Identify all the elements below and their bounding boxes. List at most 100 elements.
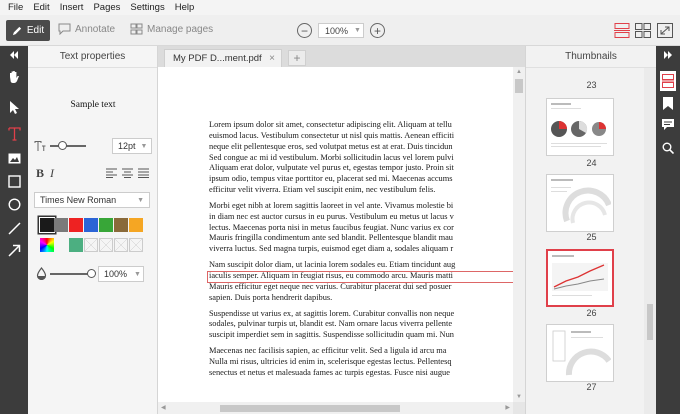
ellipse-tool-icon[interactable] (7, 197, 21, 211)
color-swatch-orange[interactable] (129, 218, 143, 232)
document-horizontal-scrollbar[interactable]: ◀ ▶ (158, 402, 513, 414)
text-properties-panel: Text properties Sample text 12pt ▼ B I T… (28, 46, 158, 414)
menu-insert[interactable]: Insert (60, 2, 84, 13)
left-tool-bar (0, 46, 28, 414)
close-icon[interactable]: × (269, 53, 275, 64)
opacity-slider[interactable] (50, 269, 96, 278)
document-text-line: Sed congue ac mi id vestibulum. Morbi so… (209, 152, 454, 162)
arrow-tool-icon[interactable] (7, 243, 21, 257)
thumbnails-scroll-thumb[interactable] (647, 304, 653, 340)
hand-tool-icon[interactable] (7, 70, 21, 84)
color-swatch-red[interactable] (69, 218, 83, 232)
horizontal-scroll-thumb[interactable] (220, 405, 400, 412)
document-text-line: suscipit imperdiet sem in sagittis. Susp… (209, 330, 454, 340)
image-tool-icon[interactable] (7, 151, 21, 165)
thumbnail-page-selected[interactable] (546, 249, 614, 307)
thumbnail-page[interactable] (546, 98, 614, 156)
color-swatch-custom-green[interactable] (69, 238, 83, 252)
manage-pages-button[interactable]: Manage pages (130, 23, 213, 35)
search-icon[interactable] (661, 141, 675, 155)
color-swatch-blue[interactable] (84, 218, 98, 232)
color-swatch-gray[interactable] (54, 218, 68, 232)
rectangle-tool-icon[interactable] (7, 174, 21, 188)
menu-file[interactable]: File (8, 2, 23, 13)
empty-color-slot[interactable] (99, 238, 113, 252)
document-text-line: Mauris efficitur eget neque nec varius. … (209, 281, 452, 291)
collapse-right-icon[interactable] (661, 50, 675, 60)
empty-color-slot[interactable] (129, 238, 143, 252)
empty-color-slot[interactable] (114, 238, 128, 252)
chevron-down-icon: ▼ (134, 270, 141, 278)
opacity-select[interactable]: 100% ▼ (98, 266, 144, 282)
thumbnail-content (551, 103, 607, 147)
thumbnail-page-number: 24 (586, 158, 597, 168)
menu-edit[interactable]: Edit (33, 2, 49, 13)
single-page-view-icon[interactable] (614, 23, 630, 38)
menu-bar: File Edit Insert Pages Settings Help (0, 0, 680, 15)
text-tool-icon[interactable] (7, 127, 21, 141)
color-swatch-green[interactable] (99, 218, 113, 232)
document-text-line: Aliquam erat dolor, vulputate vel purus … (209, 163, 454, 173)
plus-icon: + (373, 23, 381, 38)
opacity-slider-handle[interactable] (87, 269, 96, 278)
align-justify-icon[interactable] (138, 168, 149, 178)
align-center-icon[interactable] (122, 168, 133, 178)
thumbnail-page-number: 25 (586, 232, 597, 242)
font-size-slider-handle[interactable] (58, 141, 67, 150)
scroll-up-icon[interactable]: ▲ (516, 69, 522, 75)
document-text-line: viverra luctus. Sed magna turpis, euismo… (209, 244, 454, 254)
line-tool-icon[interactable] (7, 221, 21, 235)
scroll-left-icon[interactable]: ◀ (161, 404, 166, 411)
thumbnail-page[interactable] (546, 324, 614, 382)
document-tab[interactable]: My PDF D...ment.pdf × (164, 49, 282, 67)
menu-settings[interactable]: Settings (130, 2, 164, 13)
scroll-down-icon[interactable]: ▼ (516, 394, 522, 400)
scroll-right-icon[interactable]: ▶ (505, 404, 510, 411)
italic-button[interactable]: I (50, 166, 54, 181)
font-size-icon (34, 141, 46, 151)
chevron-down-icon: ▼ (140, 142, 148, 150)
collapse-left-icon[interactable] (7, 50, 21, 60)
empty-color-slot[interactable] (84, 238, 98, 252)
menu-pages[interactable]: Pages (93, 2, 120, 13)
document-paragraph: Lorem ipsum dolor sit amet, consectetur … (209, 120, 513, 196)
thumbnail-page[interactable] (546, 174, 614, 232)
menu-help[interactable]: Help (175, 2, 195, 13)
fullscreen-icon[interactable] (657, 23, 673, 38)
bookmark-icon[interactable] (661, 96, 675, 110)
thumbnail-content (551, 179, 612, 224)
annotate-mode-button[interactable]: Annotate (58, 23, 115, 35)
font-family-select[interactable]: Times New Roman ▼ (34, 192, 150, 208)
thumbnails-title: Thumbnails (526, 46, 656, 68)
font-size-row: 12pt ▼ (34, 138, 152, 154)
edit-mode-button[interactable]: Edit (6, 20, 50, 41)
zoom-in-button[interactable]: + (370, 23, 385, 38)
comment-icon (58, 23, 71, 35)
thumbnails-view-icon[interactable] (660, 71, 676, 91)
pages-grid-icon (130, 23, 143, 35)
document-text-line: efficitur velit viverra. Etiam vel susci… (209, 185, 436, 195)
document-vertical-scrollbar[interactable]: ▲ ▼ (513, 67, 525, 402)
comments-icon[interactable] (661, 118, 675, 132)
color-swatch-brown[interactable] (114, 218, 128, 232)
two-page-view-icon[interactable] (635, 23, 651, 38)
font-size-select[interactable]: 12pt ▼ (112, 138, 152, 154)
selected-text-line-box[interactable] (207, 271, 513, 283)
document-viewport[interactable]: Lorem ipsum dolor sit amet, consectetur … (158, 67, 513, 402)
color-swatch-black[interactable] (39, 217, 55, 233)
zoom-level-select[interactable]: 100% ▼ (318, 23, 364, 38)
zoom-out-button[interactable]: − (297, 23, 312, 38)
thumbnails-scrollbar[interactable] (644, 68, 656, 414)
vertical-scroll-thumb[interactable] (515, 79, 523, 93)
manage-pages-label: Manage pages (147, 23, 214, 35)
select-arrow-icon[interactable] (7, 100, 21, 114)
font-size-slider[interactable] (50, 141, 86, 150)
bold-button[interactable]: B (36, 166, 44, 181)
new-tab-button[interactable]: + (288, 50, 306, 66)
document-text-line: ipsum odio, tempus vitae porttitor eu, p… (209, 174, 453, 184)
annotate-mode-label: Annotate (75, 23, 116, 35)
font-size-value: 12pt (118, 141, 136, 151)
align-left-icon[interactable] (106, 168, 117, 178)
document-tab-title: My PDF D...ment.pdf (173, 53, 262, 64)
color-picker-icon[interactable] (40, 238, 54, 252)
